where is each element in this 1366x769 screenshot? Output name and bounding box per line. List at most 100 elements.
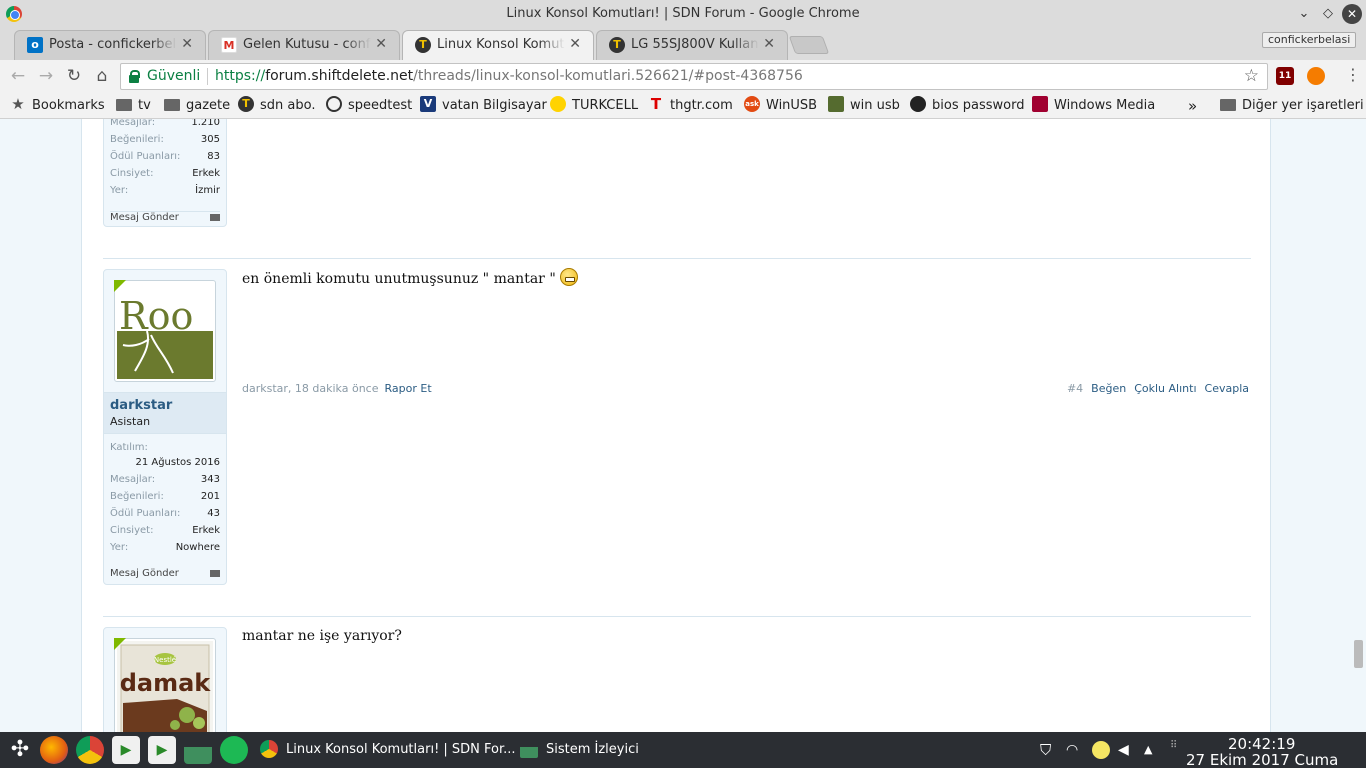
stat-likes: Beğenileri: 305	[110, 134, 220, 145]
avatar[interactable]: Roo	[114, 280, 216, 382]
task-system-monitor[interactable]: Sistem İzleyici	[520, 738, 639, 762]
tab-gmail[interactable]: M Gelen Kutusu - confickerbelası ✕	[208, 30, 400, 60]
envelope-icon	[210, 214, 220, 221]
bookmark-turkcell[interactable]: TURKCELL	[550, 95, 638, 116]
tab-lg-55sj800v[interactable]: T LG 55SJ800V Kullanıcı Deneyimi ✕	[596, 30, 788, 60]
stat-joined: Katılım:	[110, 442, 220, 453]
window-title: Linux Konsol Komutları! | SDN Forum - Go…	[506, 6, 860, 21]
bookmark-bios-password[interactable]: bios password	[910, 95, 1024, 116]
user-info-box: Roo darkstar Asistan Katılım: 21 Ağustos…	[103, 269, 227, 585]
bookmarks-overflow-button[interactable]: »	[1188, 96, 1197, 116]
multiquote-link[interactable]: Çoklu Alıntı	[1134, 382, 1196, 395]
clock-date[interactable]: 27 Ekim 2017 Cuma	[1186, 751, 1338, 769]
stat-messages: Mesajlar: 1.210	[110, 119, 220, 128]
maximize-button[interactable]: ◇	[1318, 4, 1338, 24]
tab-close-icon[interactable]: ✕	[569, 36, 581, 52]
chrome-menu-icon[interactable]: ⋮	[1345, 66, 1361, 84]
gmail-icon: M	[221, 37, 237, 53]
shield-check-icon[interactable]: ⛉	[1040, 741, 1058, 759]
stat-value: 1.210	[191, 119, 220, 128]
system-monitor-icon[interactable]	[184, 736, 212, 764]
bookmark-thgtr[interactable]: Tthgtr.com	[648, 96, 733, 116]
forward-arrow-icon[interactable]: →	[36, 66, 56, 86]
ublock-origin-icon[interactable]: 11	[1276, 67, 1294, 85]
bookmark-windows-media[interactable]: Windows Media	[1032, 95, 1155, 116]
profile-button[interactable]: confickerbelasi	[1262, 32, 1357, 48]
bookmark-folder-gazete[interactable]: gazete	[164, 96, 230, 116]
address-bar[interactable]: Güvenli https://forum.shiftdelete.net/th…	[120, 63, 1268, 90]
firefox-icon[interactable]	[40, 736, 68, 764]
bookmark-label: WinUSB	[766, 98, 818, 113]
vatan-icon: V	[420, 95, 436, 112]
tab-linux-konsol[interactable]: T Linux Konsol Komutları! ✕	[402, 30, 594, 61]
post-message: en önemli komutu unutmuşsunuz " mantar "	[242, 268, 578, 288]
post-message: mantar ne işe yarıyor?	[242, 628, 402, 644]
video-player-icon[interactable]: ▶	[148, 736, 176, 764]
bookmark-bookmarks[interactable]: ★ Bookmarks	[10, 96, 105, 116]
ask-icon: ask	[744, 95, 760, 112]
chrome-icon[interactable]	[76, 736, 104, 764]
post-message-text: en önemli komutu unutmuşsunuz " mantar "	[242, 271, 556, 287]
bookmark-label: Bookmarks	[32, 98, 105, 113]
bookmark-vatan[interactable]: Vvatan Bilgisayar	[420, 95, 547, 116]
bookmark-win-usb[interactable]: win usb	[828, 95, 900, 116]
user-info-box: Mesajlar: 1.210 Beğenileri: 305 Ödül Puanl…	[103, 119, 227, 227]
new-tab-button[interactable]	[788, 36, 830, 54]
stat-value: 305	[200, 134, 220, 145]
windows-media-icon	[1032, 95, 1048, 112]
report-link[interactable]: Rapor Et	[385, 382, 432, 395]
spotify-icon[interactable]	[220, 736, 248, 764]
tab-close-icon[interactable]: ✕	[763, 36, 775, 52]
stat-label: Ödül Puanları:	[110, 508, 181, 519]
weather-icon[interactable]	[1092, 741, 1110, 759]
lock-icon	[129, 70, 140, 83]
bookmark-other-folder[interactable]: Diğer yer işaretleri	[1220, 96, 1364, 116]
post-author-time[interactable]: darkstar, 18 dakika önce	[242, 382, 379, 395]
username-link[interactable]: darkstar	[110, 398, 172, 413]
send-message-link[interactable]: Mesaj Gönder	[110, 568, 220, 579]
back-arrow-icon[interactable]: ←	[8, 66, 28, 86]
bookmark-winusb[interactable]: ask WinUSB	[744, 95, 818, 116]
avatar[interactable]: Nestlé damak	[114, 638, 216, 732]
extension-icon[interactable]	[1307, 67, 1325, 85]
bookmark-label: win usb	[850, 98, 900, 113]
tab-strip: o Posta - confickerbelası ✕ M Gelen Kutu…	[0, 28, 1366, 61]
stat-gender: Cinsiyet: Erkek	[110, 168, 220, 179]
task-label: Sistem İzleyici	[546, 742, 639, 757]
smiley-icon	[559, 268, 578, 286]
send-message-link[interactable]: Mesaj Gönder	[110, 211, 220, 223]
bookmark-label: vatan Bilgisayar	[442, 98, 547, 113]
avatar-image: Nestlé damak	[117, 641, 213, 732]
task-chrome[interactable]: Linux Konsol Komutları! | SDN For...	[260, 738, 516, 762]
minimize-button[interactable]: ⌄	[1294, 4, 1314, 24]
vertical-handle-icon[interactable]: ⠿	[1170, 741, 1180, 759]
online-indicator-icon	[114, 638, 126, 650]
reply-link[interactable]: Cevapla	[1205, 382, 1249, 395]
post-number-link[interactable]: #4	[1067, 382, 1083, 395]
bookmark-speedtest[interactable]: speedtest	[326, 95, 412, 116]
like-link[interactable]: Beğen	[1091, 382, 1126, 395]
bookmark-star-icon[interactable]: ☆	[1244, 66, 1259, 86]
close-window-button[interactable]: ✕	[1342, 4, 1362, 24]
scrollbar-thumb[interactable]	[1354, 640, 1363, 668]
volume-icon[interactable]: ◀	[1118, 741, 1136, 759]
sdn-icon: T	[609, 37, 625, 53]
system-monitor-icon	[520, 739, 538, 758]
bookmark-sdn-abo[interactable]: Tsdn abo.	[238, 95, 315, 116]
outlook-icon: o	[27, 37, 43, 53]
omnibox-separator	[207, 68, 208, 85]
tab-close-icon[interactable]: ✕	[181, 36, 193, 52]
secure-label: Güvenli	[147, 68, 201, 84]
chrome-icon	[260, 739, 278, 758]
wifi-icon[interactable]: ◠	[1066, 741, 1084, 759]
app-launcher-icon[interactable]: ✣	[6, 736, 34, 764]
reload-icon[interactable]: ↻	[64, 66, 84, 86]
url-text[interactable]: https://forum.shiftdelete.net/threads/li…	[215, 68, 803, 84]
turkcell-icon	[550, 95, 566, 112]
tab-close-icon[interactable]: ✕	[375, 36, 387, 52]
bookmark-folder-tv[interactable]: tv	[116, 96, 151, 116]
tab-outlook[interactable]: o Posta - confickerbelası ✕	[14, 30, 206, 60]
home-icon[interactable]: ⌂	[92, 66, 112, 86]
tray-expand-icon[interactable]: ▲	[1144, 741, 1162, 759]
media-player-icon[interactable]: ▶	[112, 736, 140, 764]
